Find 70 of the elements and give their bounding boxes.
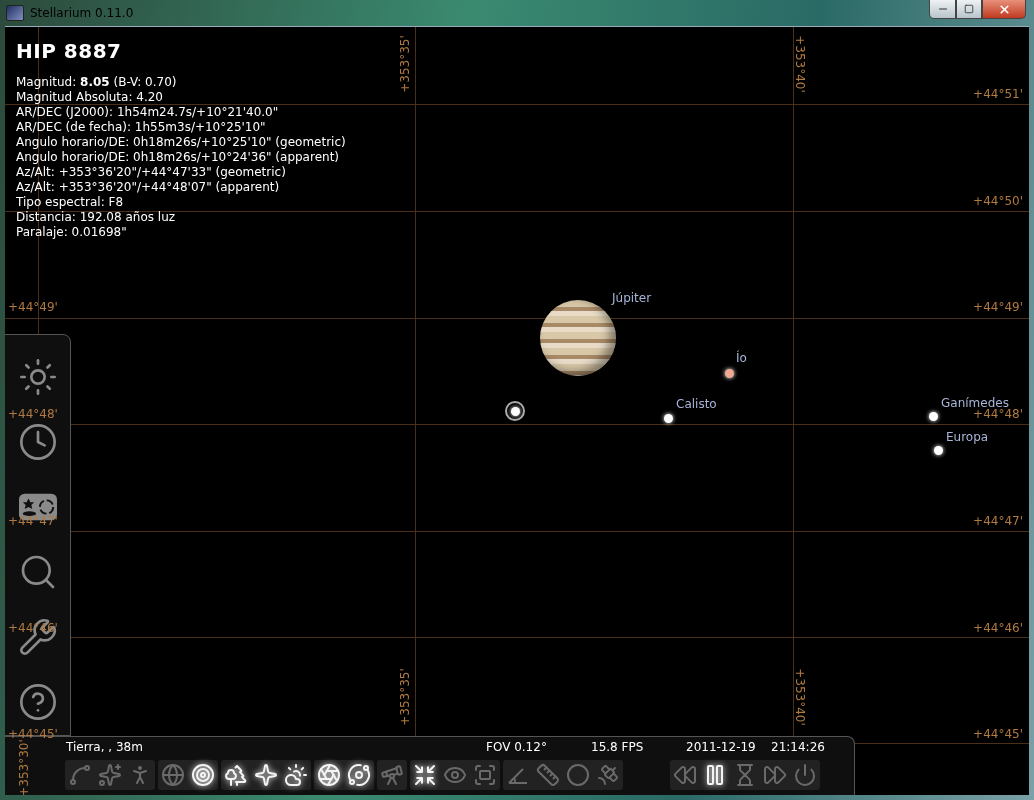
moon-dot[interactable] [725, 369, 734, 378]
object-label: Júpiter [612, 291, 652, 305]
sparkle-icon [254, 763, 278, 787]
altitude-label: +44°50' [973, 194, 1023, 208]
azimuth-label: +353°40' [793, 35, 807, 93]
window-title: Stellarium 0.11.0 [30, 6, 135, 20]
info-line: Az/Alt: +353°36'20"/+44°48'07" (apparent) [16, 180, 281, 195]
telescope-icon [380, 763, 404, 787]
info-line: Az/Alt: +353°36'20"/+44°47'33" (geometric) [16, 165, 287, 180]
info-line: Angulo horario/DE: 0h18m26s/+10°25'10" (geometric) [16, 135, 346, 150]
aperture-icon [317, 763, 341, 787]
altitude-label: +44°46' [973, 621, 1023, 635]
azimuth-label: +353°40' [793, 668, 807, 726]
altitude-label: +44°49' [8, 300, 58, 314]
help-icon [17, 682, 58, 722]
fov-text: FOV 0.12° [486, 740, 548, 754]
altitude-label: +44°48' [973, 407, 1023, 421]
target-icon [191, 763, 215, 787]
info-line: Magnitud: 8.05 (B-V: 0.70) [16, 75, 178, 90]
orbit-icon [347, 763, 371, 787]
azimuth-label: +353°30' [17, 739, 31, 795]
azimuth-label: +353°35' [398, 35, 412, 93]
altitude-label: +44°45' [8, 727, 58, 741]
power-icon [793, 763, 817, 787]
date-text: 2011-12-19 [686, 740, 757, 754]
rewind-icon [673, 763, 697, 787]
minimize-button[interactable] [929, 0, 956, 19]
satellite-icon [596, 763, 620, 787]
altitude-label: +44°48' [8, 407, 58, 421]
cloud-sun-icon [284, 763, 308, 787]
location-text: Tierra, , 38m [66, 740, 144, 754]
object-label: Calisto [676, 397, 717, 411]
sun-icon [17, 357, 58, 397]
object-label: Ío [736, 351, 747, 365]
info-line: Magnitud Absoluta: 4.20 [16, 90, 164, 105]
object-label: Ganímedes [941, 396, 1009, 410]
globe-icon [161, 763, 185, 787]
fast-forward-icon [763, 763, 787, 787]
app-icon [6, 5, 24, 21]
info-line: Paralaje: 0.01698" [16, 225, 128, 240]
moon-dot[interactable] [929, 412, 938, 421]
maximize-button[interactable] [956, 0, 982, 19]
altitude-label: +44°47' [973, 514, 1023, 528]
time-text: 21:14:26 [771, 740, 826, 754]
altitude-label: +44°45' [973, 727, 1023, 741]
object-title: HIP 8887 [16, 39, 123, 63]
object-label: Europa [946, 430, 989, 444]
close-icon [997, 2, 1011, 16]
altitude-label: +44°51' [973, 87, 1023, 101]
info-line: AR/DEC (J2000): 1h54m24.7s/+10°21'40.0" [16, 105, 280, 120]
maximize-icon [964, 4, 974, 14]
fullscreen-icon [473, 763, 497, 787]
shrink-arrows-icon [413, 763, 437, 787]
info-line: Angulo horario/DE: 0h18m26s/+10°24'36" (apparent) [16, 150, 341, 165]
moon-dot[interactable] [664, 414, 673, 423]
moon-dot[interactable] [934, 446, 943, 455]
info-line: AR/DEC (de fecha): 1h55m3s/+10°25'10" [16, 120, 267, 135]
altitude-label: +44°49' [973, 300, 1023, 314]
azimuth-label: +353°35' [398, 668, 412, 726]
sparkles-icon [98, 763, 122, 787]
clock-icon [17, 422, 58, 462]
tree-icon [224, 763, 248, 787]
circle-icon [566, 763, 590, 787]
ruler-icon [536, 763, 560, 787]
info-line: Tipo espectral: F8 [16, 195, 125, 210]
info-line: Distancia: 192.08 años luz [16, 210, 177, 225]
sky-view[interactable] [5, 26, 1029, 795]
fps-text: 15.8 FPS [591, 740, 645, 754]
star-lines-icon [68, 763, 92, 787]
close-button[interactable] [982, 0, 1026, 19]
